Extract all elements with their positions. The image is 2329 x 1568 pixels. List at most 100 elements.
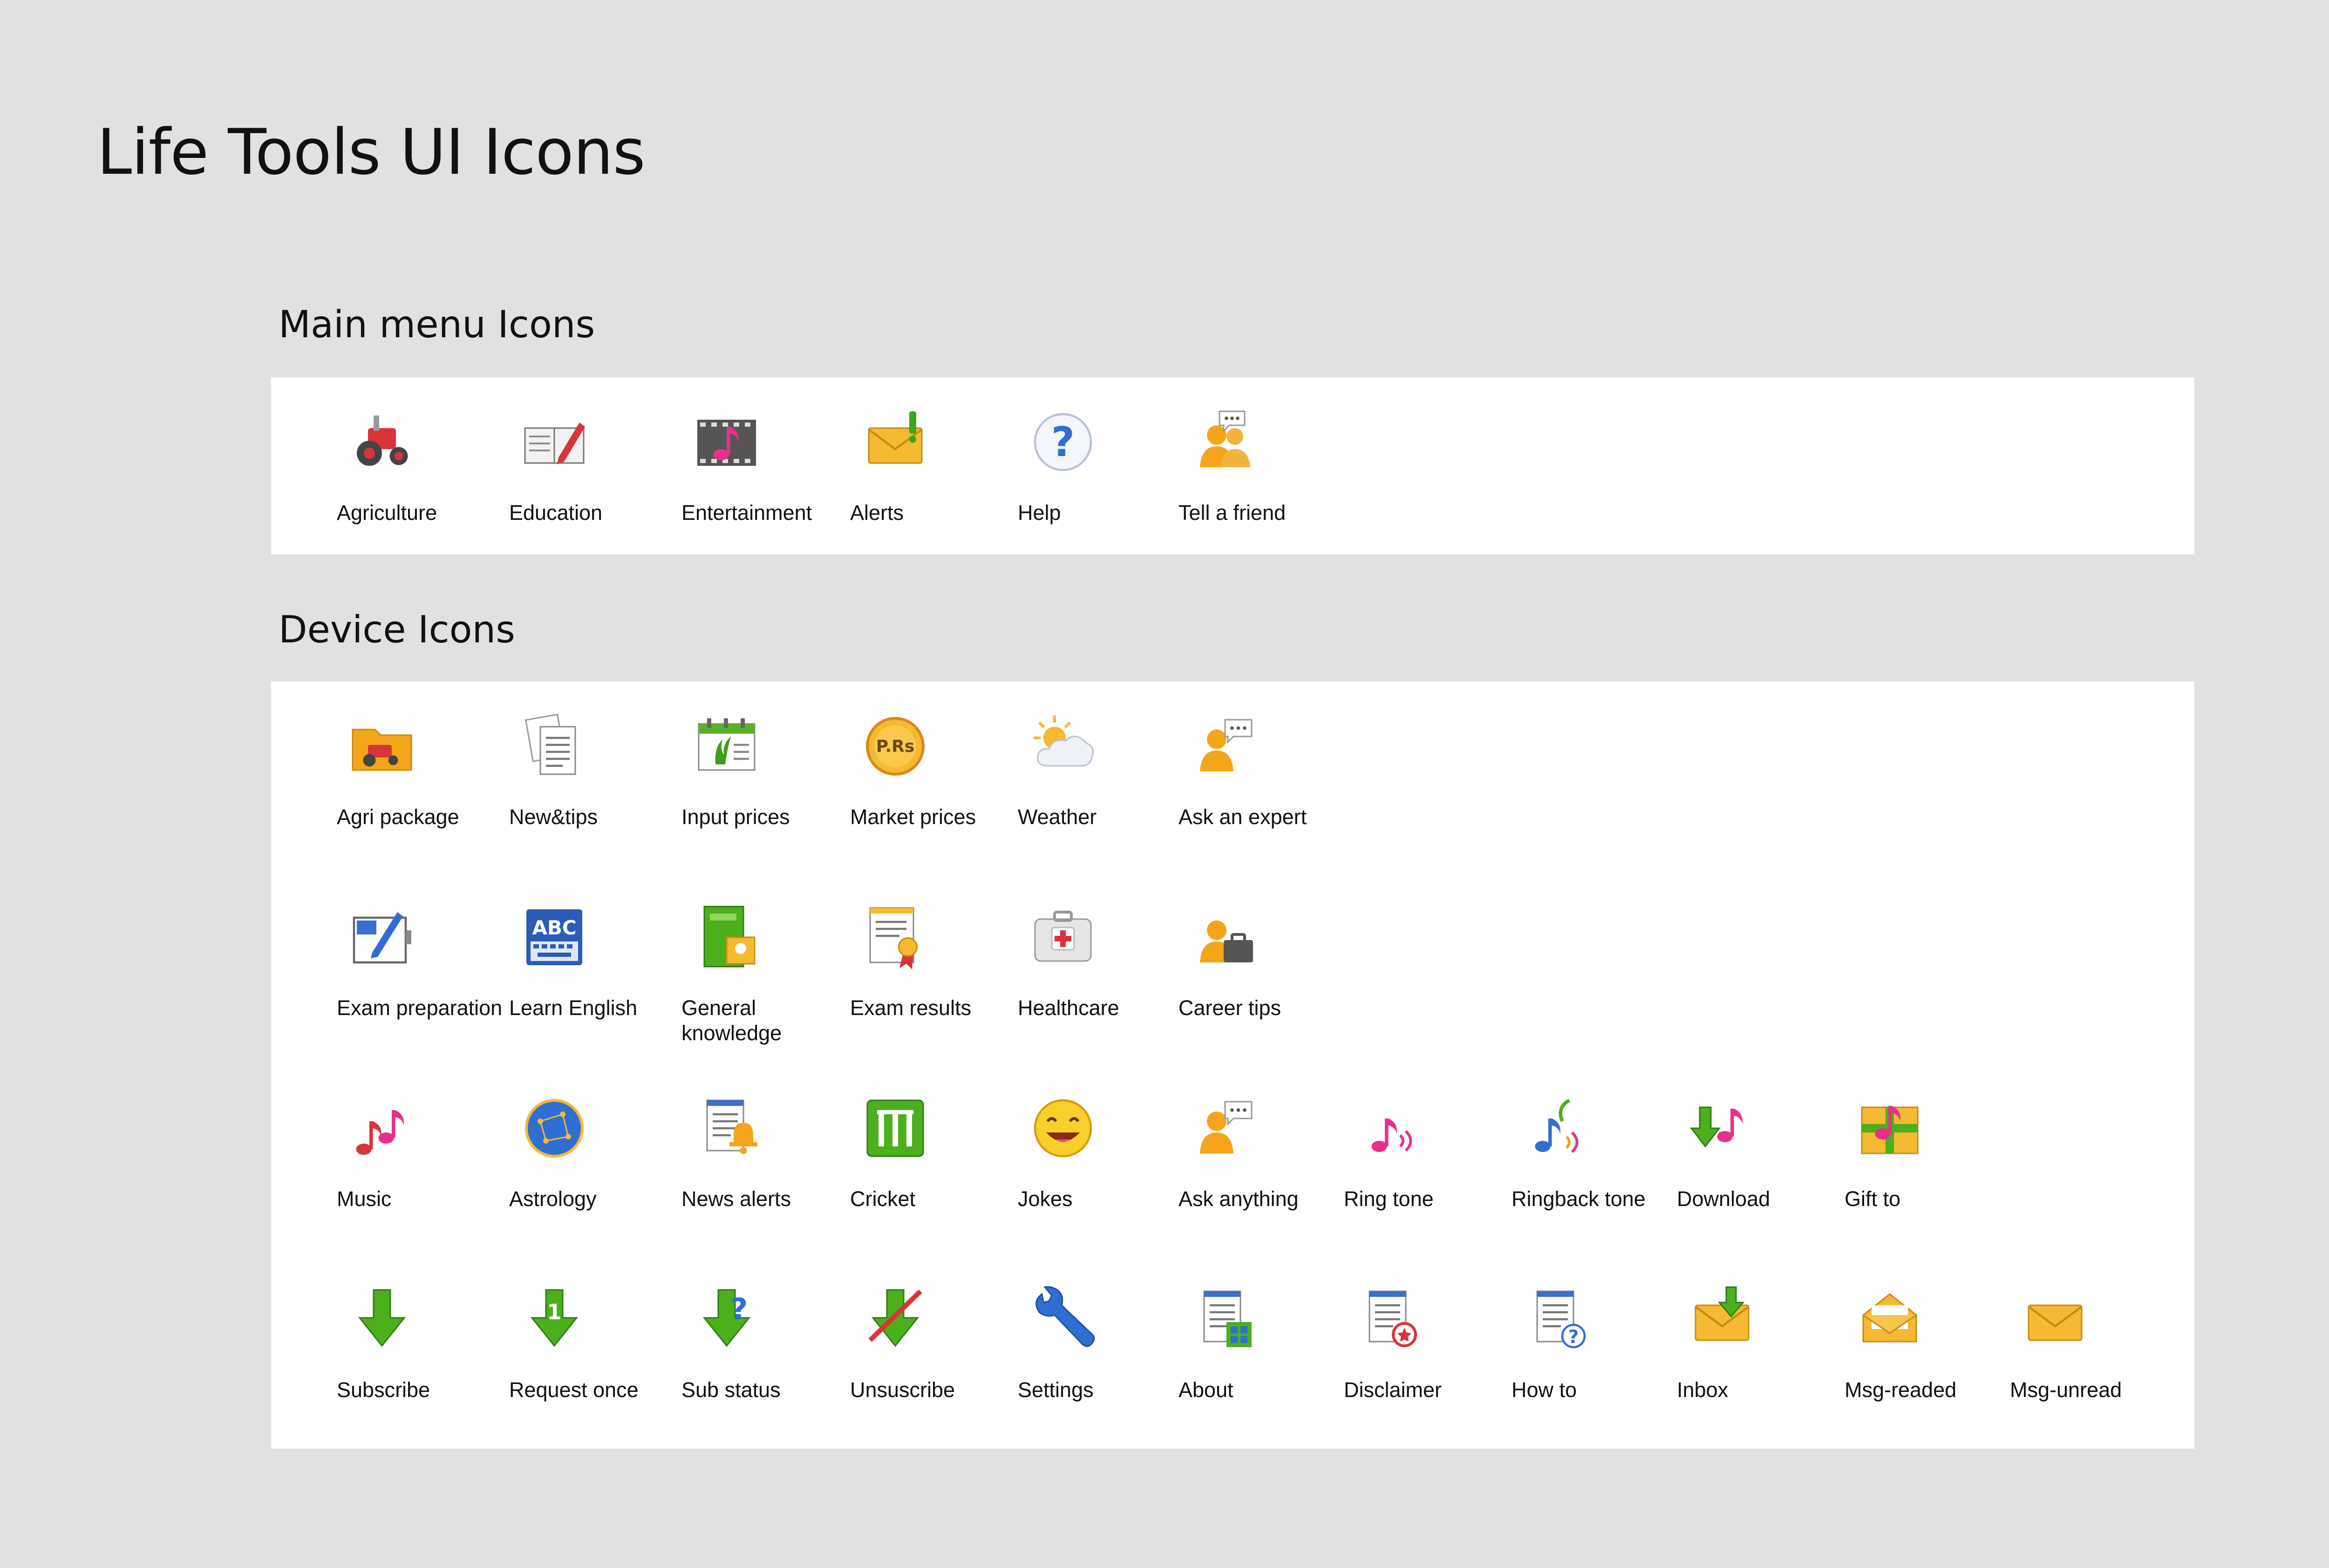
icon-tile-ask-anything[interactable]: Ask anything [1174, 1093, 1339, 1284]
certificate-icon [860, 902, 930, 972]
arrow-down-cross-icon [860, 1284, 930, 1354]
icon-label: New&tips [509, 805, 598, 829]
arrow-down-icon [347, 1284, 417, 1354]
main-menu-title: Main menu Icons [279, 303, 595, 346]
icon-tile-general-knowledge[interactable]: General knowledge [677, 902, 845, 1093]
icon-tile-ask-an-expert[interactable]: Ask an expert [1174, 711, 1339, 902]
icon-label: Alerts [850, 501, 904, 525]
svg-text:P.Rs: P.Rs [876, 737, 915, 756]
envelope-alert-icon [860, 407, 930, 477]
ringback-icon [1522, 1093, 1592, 1163]
arrow-down-question-icon: ? [692, 1284, 762, 1354]
icon-label: Weather [1018, 805, 1097, 829]
icon-tile-agri-package[interactable]: Agri package [332, 711, 504, 902]
icon-tile-tell-a-friend[interactable]: Tell a friend [1174, 407, 1339, 554]
icon-label: Disclaimer [1344, 1378, 1442, 1402]
question-icon: ? [1028, 407, 1098, 477]
icon-label: Education [509, 501, 603, 525]
icon-label: Ring tone [1344, 1187, 1434, 1211]
icon-tile-education[interactable]: Education [504, 407, 677, 554]
book-pencil-icon [519, 407, 589, 477]
svg-text:ABC: ABC [532, 916, 576, 939]
icon-label: Tell a friend [1178, 501, 1286, 525]
device-icons-panel: Agri package New&tips Input prices P.Rs M… [271, 682, 2194, 1449]
icon-label: Learn English [509, 996, 638, 1020]
envelope-open-icon [1855, 1284, 1925, 1354]
icon-label: Career tips [1178, 996, 1281, 1020]
medkit-icon [1028, 902, 1098, 972]
person-chat-icon [1189, 711, 1259, 781]
icon-label: Msg-readed [1845, 1378, 1957, 1402]
icon-label: Settings [1018, 1378, 1094, 1402]
astrology-globe-icon [519, 1093, 589, 1163]
icon-label: Ringback tone [1512, 1187, 1646, 1211]
icon-tile-agriculture[interactable]: Agriculture [332, 407, 504, 554]
icon-label: Exam preparation [337, 996, 503, 1020]
icon-tile-exam-preparation[interactable]: Exam preparation [332, 902, 504, 1093]
icon-label: Ask an expert [1178, 805, 1307, 829]
icon-label: General knowledge [681, 996, 782, 1045]
icon-label: How to [1512, 1378, 1577, 1402]
coin-icon: P.Rs [860, 711, 930, 781]
wrench-icon [1028, 1284, 1098, 1354]
icon-tile-weather[interactable]: Weather [1013, 711, 1174, 902]
icon-tile-inbox[interactable]: Inbox [1672, 1284, 1840, 1475]
icon-label: Input prices [681, 805, 790, 829]
icon-tile-news-alerts[interactable]: News alerts [677, 1093, 845, 1284]
smiley-icon [1028, 1093, 1098, 1163]
icon-tile-ringback-tone[interactable]: Ringback tone [1507, 1093, 1672, 1284]
icon-label: Cricket [850, 1187, 916, 1211]
icon-tile-new-tips[interactable]: New&tips [504, 711, 677, 902]
icon-tile-ring-tone[interactable]: Ring tone [1339, 1093, 1507, 1284]
icon-tile-learn-english[interactable]: ABC Learn English [504, 902, 677, 1093]
doc-question-icon: ? [1522, 1284, 1592, 1354]
icon-label: Help [1018, 501, 1061, 525]
icon-tile-sub-status[interactable]: ? Sub status [677, 1284, 845, 1475]
icon-label: Ask anything [1178, 1187, 1299, 1211]
icon-label: Music [337, 1187, 392, 1211]
icon-tile-subscribe[interactable]: Subscribe [332, 1284, 504, 1475]
icon-tile-astrology[interactable]: Astrology [504, 1093, 677, 1284]
download-music-icon [1687, 1093, 1757, 1163]
icon-tile-download[interactable]: Download [1672, 1093, 1840, 1284]
envelope-down-icon [1687, 1284, 1757, 1354]
icon-label: Healthcare [1018, 996, 1119, 1020]
people-chat-icon [1189, 407, 1259, 477]
person-chat-icon [1189, 1093, 1259, 1163]
icon-tile-healthcare[interactable]: Healthcare [1013, 902, 1174, 1093]
icon-tile-how-to[interactable]: ? How to [1507, 1284, 1672, 1475]
icon-tile-alerts[interactable]: Alerts [845, 407, 1013, 554]
person-briefcase-icon [1189, 902, 1259, 972]
icon-tile-msg-unread[interactable]: Msg-unread [2005, 1284, 2159, 1475]
icon-tile-msg-readed[interactable]: Msg-readed [1840, 1284, 2005, 1475]
icon-tile-about[interactable]: About [1174, 1284, 1339, 1475]
svg-text:?: ? [1568, 1327, 1579, 1348]
icon-label: News alerts [681, 1187, 791, 1211]
icon-label: Astrology [509, 1187, 597, 1211]
doc-grid-icon [1189, 1284, 1259, 1354]
icon-tile-exam-results[interactable]: Exam results [845, 902, 1013, 1093]
icon-tile-cricket[interactable]: Cricket [845, 1093, 1013, 1284]
icon-tile-music[interactable]: Music [332, 1093, 504, 1284]
icon-tile-input-prices[interactable]: Input prices [677, 711, 845, 902]
icon-tile-request-once[interactable]: 1 Request once [504, 1284, 677, 1475]
cricket-wicket-icon [860, 1093, 930, 1163]
documents-icon [519, 711, 589, 781]
main-menu-panel: Agriculture Education Entertainment Aler… [271, 377, 2194, 554]
sun-cloud-icon [1028, 711, 1098, 781]
icon-tile-career-tips[interactable]: Career tips [1174, 902, 1339, 1093]
icon-tile-settings[interactable]: Settings [1013, 1284, 1174, 1475]
tractor-icon [347, 407, 417, 477]
icon-tile-unsuscribe[interactable]: Unsuscribe [845, 1284, 1013, 1475]
icon-tile-market-prices[interactable]: P.Rs Market prices [845, 711, 1013, 902]
icon-tile-entertainment[interactable]: Entertainment [677, 407, 845, 554]
green-book-icon [692, 902, 762, 972]
abc-keyboard-icon: ABC [519, 902, 589, 972]
icon-label: Msg-unread [2010, 1378, 2122, 1402]
icon-tile-disclaimer[interactable]: Disclaimer [1339, 1284, 1507, 1475]
icon-tile-gift-to[interactable]: Gift to [1840, 1093, 2005, 1284]
icon-tile-jokes[interactable]: Jokes [1013, 1093, 1174, 1284]
icon-label: Entertainment [681, 501, 812, 525]
icon-label: Agri package [337, 805, 459, 829]
icon-tile-help[interactable]: ? Help [1013, 407, 1174, 554]
